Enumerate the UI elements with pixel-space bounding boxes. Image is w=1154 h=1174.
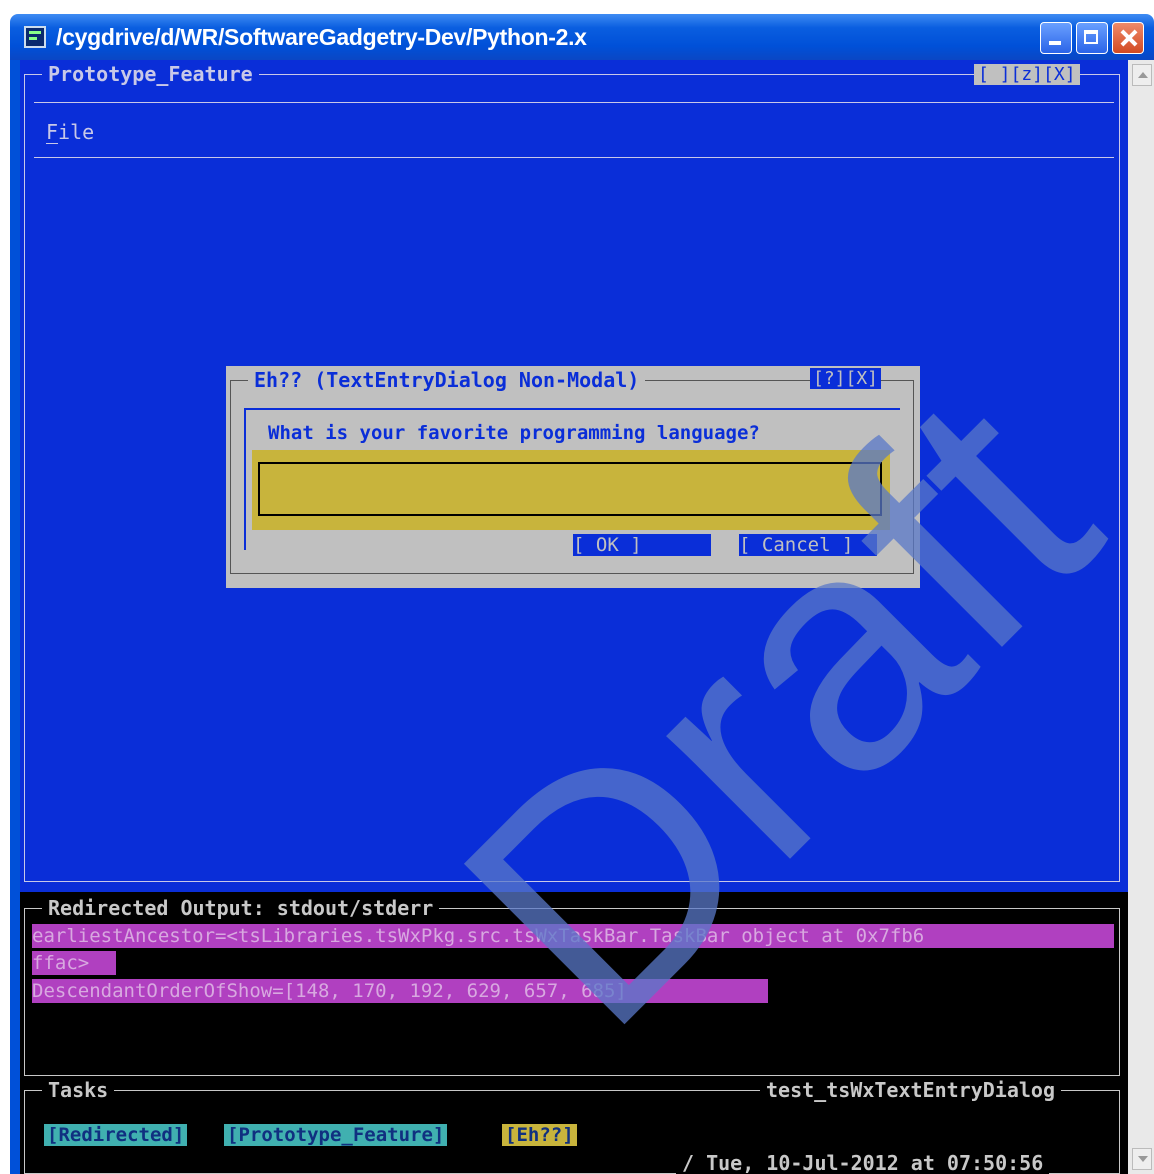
main-frame: Prototype_Feature [ ][z][X] File Eh?? (T… [20,60,1128,892]
output-line: ffac> [32,951,116,975]
task-item-prototype-feature[interactable]: [Prototype_Feature] [224,1124,448,1146]
task-bar-title: Tasks [42,1079,115,1101]
ok-button[interactable]: [ OK ] [573,534,711,556]
vertical-scrollbar[interactable] [1128,60,1154,1174]
main-frame-title-buttons[interactable]: [ ][z][X] [974,64,1080,85]
terminal-icon [24,26,46,48]
window-title-bar[interactable]: /cygdrive/d/WR/SoftwareGadgetry-Dev/Pyth… [10,14,1154,60]
window-frame-left [10,60,20,1174]
menu-file[interactable]: File [46,120,94,144]
scroll-down-arrow-icon[interactable] [1132,1148,1152,1170]
terminal-area: Prototype_Feature [ ][z][X] File Eh?? (T… [20,60,1128,1174]
text-entry-dialog: Eh?? (TextEntryDialog Non-Modal) [?][X] … [226,366,920,588]
task-bar: Tasks test_tsWxTextEntryDialog [Redirect… [20,1076,1128,1174]
task-item-redirected[interactable]: [Redirected] [44,1124,188,1146]
menubar-bottom-divider [34,157,1114,158]
maximize-button[interactable] [1076,22,1108,54]
main-frame-title: Prototype_Feature [42,63,259,85]
output-panel: Redirected Output: stdout/stderr earlies… [20,892,1128,1076]
close-button[interactable] [1112,22,1144,54]
menubar-top-divider [34,102,1114,103]
task-bar-app-name: test_tsWxTextEntryDialog [760,1079,1061,1101]
task-bar-clock: / Tue, 10-Jul-2012 at 07:50:56 [676,1152,1050,1174]
cancel-button[interactable]: [ Cancel ] [739,534,877,556]
dialog-title: Eh?? (TextEntryDialog Non-Modal) [248,368,646,392]
dialog-prompt: What is your favorite programming langua… [268,422,760,444]
scroll-up-arrow-icon[interactable] [1132,64,1152,86]
menu-file-mnemonic-underline [46,143,58,144]
output-panel-title: Redirected Output: stdout/stderr [42,897,440,919]
task-item-eh-dialog[interactable]: [Eh??] [502,1124,577,1146]
dialog-title-buttons[interactable]: [?][X] [810,368,882,389]
output-line: earliestAncestor=<tsLibraries.tsWxPkg.sr… [32,924,1114,948]
output-line: DescendantOrderOfShow=[148, 170, 192, 62… [32,979,768,1003]
window-title: /cygdrive/d/WR/SoftwareGadgetry-Dev/Pyth… [56,24,587,50]
text-entry-field[interactable] [258,462,882,516]
minimize-button[interactable] [1040,22,1072,54]
